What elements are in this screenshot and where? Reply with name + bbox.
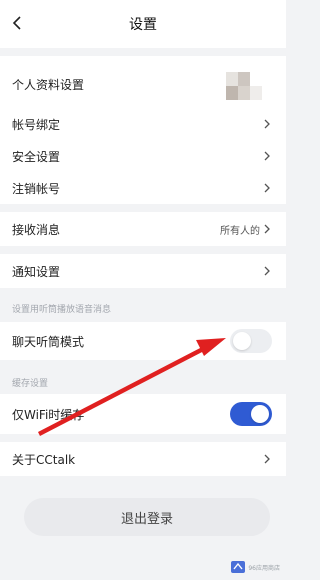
logout-button[interactable]: 退出登录 bbox=[24, 498, 270, 536]
watermark-text: 96应用商店 bbox=[248, 564, 280, 572]
about-label: 关于CCtalk bbox=[12, 452, 76, 467]
logout-label: 退出登录 bbox=[120, 511, 173, 527]
security-settings-label: 安全设置 bbox=[12, 149, 61, 164]
account-binding-label: 帐号绑定 bbox=[12, 117, 61, 132]
nav-bar: 设置 bbox=[0, 0, 286, 48]
receive-messages-label: 接收消息 bbox=[12, 222, 61, 237]
notification-settings-row[interactable]: 通知设置 bbox=[0, 255, 286, 287]
cache-section-label: 缓存设置 bbox=[12, 379, 49, 389]
earpiece-mode-toggle[interactable] bbox=[230, 329, 272, 353]
voice-section-label: 设置用听筒播放语音消息 bbox=[12, 305, 112, 315]
toggle-knob bbox=[251, 405, 269, 423]
page-title: 设置 bbox=[129, 17, 157, 33]
chevron-right-icon bbox=[262, 181, 272, 195]
chevron-right-icon bbox=[262, 222, 272, 236]
account-binding-row[interactable]: 帐号绑定 bbox=[0, 108, 286, 140]
chevron-right-icon bbox=[262, 264, 272, 278]
back-button[interactable] bbox=[8, 13, 28, 33]
toggle-knob bbox=[233, 332, 251, 350]
watermark-logo-icon bbox=[231, 561, 246, 573]
about-row[interactable]: 关于CCtalk bbox=[0, 443, 286, 475]
earpiece-mode-row: 聊天听筒模式 bbox=[0, 325, 286, 357]
security-settings-row[interactable]: 安全设置 bbox=[0, 140, 286, 172]
wifi-cache-toggle[interactable] bbox=[230, 402, 272, 426]
chevron-right-icon bbox=[262, 149, 272, 163]
chevron-right-icon bbox=[262, 117, 272, 131]
chevron-left-icon bbox=[12, 16, 21, 30]
profile-settings-label: 个人资料设置 bbox=[12, 77, 85, 92]
wifi-cache-row: 仅WiFi时缓存 bbox=[0, 398, 286, 430]
earpiece-mode-label: 聊天听筒模式 bbox=[12, 334, 85, 349]
chevron-right-icon bbox=[262, 452, 272, 466]
receive-messages-row[interactable]: 接收消息 所有人的 bbox=[0, 213, 286, 245]
receive-messages-value: 所有人的 bbox=[220, 225, 260, 237]
delete-account-row[interactable]: 注销帐号 bbox=[0, 172, 286, 204]
wifi-cache-label: 仅WiFi时缓存 bbox=[12, 407, 85, 422]
watermark: 96应用商店 bbox=[231, 560, 280, 574]
delete-account-label: 注销帐号 bbox=[12, 181, 61, 196]
avatar[interactable] bbox=[226, 72, 262, 100]
notification-settings-label: 通知设置 bbox=[12, 264, 61, 279]
